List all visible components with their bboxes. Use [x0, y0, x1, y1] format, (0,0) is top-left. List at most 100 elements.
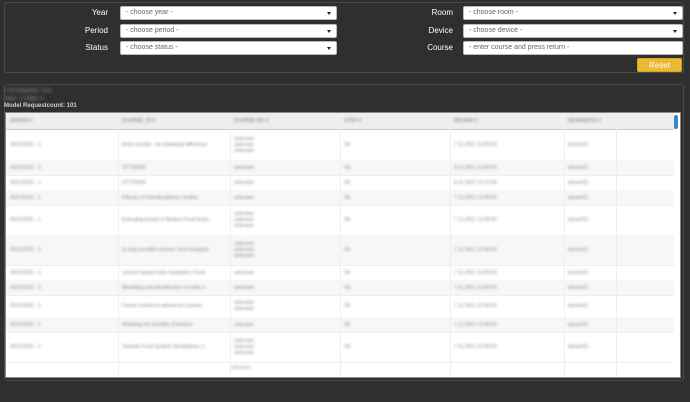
table-cell: 2021/2022 - 1: [10, 344, 41, 350]
table-trailing-text: unknown: [231, 365, 252, 371]
table-cell: unknown: [234, 269, 255, 276]
table-cell: unknown unknown unknown: [234, 211, 255, 229]
table-cell: 7.11.2021 13:00:00: [454, 344, 497, 350]
table-cell: 7.11.2021 13:00:00: [454, 247, 497, 253]
table-cell: unknown: [234, 164, 255, 171]
table-cell: Ok: [344, 164, 351, 171]
summary-count: # of requests: 101: [4, 88, 53, 94]
column-divider: [564, 129, 565, 377]
table-cell: tstuser01: [568, 217, 589, 223]
table-cell: Iq step possible science: food navigatio: [122, 247, 209, 253]
table-cell: unknown: [234, 194, 255, 201]
table-cell: Modelling and identification of water s: [122, 284, 206, 291]
period-label: Period: [84, 26, 108, 35]
table-cell: Efficacy of interdisciplinary studies: [122, 194, 199, 201]
year-select[interactable]: - choose year -: [120, 6, 337, 20]
table-cell: Ok: [344, 321, 351, 328]
table-cell: 8.11.2021 13:00:00: [454, 164, 497, 171]
status-select[interactable]: - choose status -: [120, 41, 337, 55]
column-header[interactable]: COURSE NO #: [234, 118, 268, 124]
reset-button[interactable]: Reset: [637, 58, 682, 72]
chevron-down-icon: [673, 12, 677, 15]
table-cell: tstuser01: [568, 321, 589, 328]
course-input-placeholder: - enter course and press return -: [469, 44, 570, 51]
table-cell: tstuser01: [568, 284, 589, 291]
table-cell: Ok: [344, 247, 351, 253]
table-cell: Ok: [344, 194, 351, 201]
device-select[interactable]: - choose device -: [463, 24, 683, 38]
table-cell: Ok: [344, 303, 351, 309]
table-cell: Ok: [344, 344, 351, 350]
table-cell: 2021/2022 - 1: [10, 142, 41, 148]
table-cell: Ok: [344, 269, 351, 276]
table-header: ERROR # COURSE_ID # COURSE NO # STEP # BEGIN…: [6, 113, 674, 130]
table-cell: 2021/2022 - 1: [10, 164, 41, 171]
course-input[interactable]: - enter course and press return -: [463, 41, 683, 55]
column-divider: [616, 129, 617, 377]
table-cell: Ok: [344, 179, 351, 186]
table-cell: tstuser01: [568, 303, 589, 309]
table-cell: Towards Food System Simulations: 1.: [122, 344, 206, 350]
column-divider: [118, 129, 119, 377]
device-select-value: - choose device -: [469, 27, 523, 34]
table-cell: Emerging trends in Modern Food Scien: [122, 217, 209, 223]
column-divider: [450, 129, 451, 377]
table-cell: tstuser01: [568, 194, 589, 201]
chevron-down-icon: [327, 30, 331, 33]
table-cell: Falcon content in advanced courses: [122, 303, 203, 309]
room-label: Room: [431, 8, 453, 17]
table-cell: Entry module - for individual difference: [122, 142, 208, 148]
table-cell: tstuser01: [568, 179, 589, 186]
column-header[interactable]: BEARBEITE #: [568, 118, 601, 124]
table-cell: 7.11.2021 13:00:00: [454, 194, 497, 201]
period-select[interactable]: - choose period -: [120, 24, 337, 38]
table-cell: unknown unknown unknown: [234, 338, 255, 356]
column-divider: [230, 129, 231, 377]
chevron-down-icon: [327, 47, 331, 50]
table-cell: 2021/2022 - 1: [10, 303, 41, 309]
table-cell: CFT05000: [122, 179, 146, 186]
column-header[interactable]: ERROR #: [10, 118, 32, 124]
course-label: Course: [427, 43, 453, 52]
table-cell: tstuser01: [568, 344, 589, 350]
table-cell: 7.11.2021 13:00:00: [454, 142, 497, 148]
table-cell: Modeling the benefits of biotech: [122, 321, 193, 328]
table-cell: unknown: [234, 321, 255, 328]
table-cell: 2021/2022 - 1: [10, 194, 41, 201]
table-cell: Ok: [344, 284, 351, 291]
table-cell: Lecture based route navigation: Food: [122, 269, 205, 276]
device-label: Device: [428, 26, 453, 35]
column-header[interactable]: COURSE_ID #: [122, 118, 155, 124]
table-cell: tstuser01: [568, 247, 589, 253]
column-header[interactable]: BEGINN #: [454, 118, 478, 124]
table-cell: 2021/2022 - 1: [10, 179, 41, 186]
table-cell: 7.11.2021 13:00:00: [454, 269, 497, 276]
table-cell: unknown unknown: [234, 300, 255, 312]
column-divider: [340, 129, 341, 377]
table-cell: tstuser01: [568, 269, 589, 276]
chevron-down-icon: [673, 30, 677, 33]
table-cell: 7.11.2021 13:00:00: [454, 303, 497, 309]
table-cell: 8.11.2021 13:12:00: [454, 179, 497, 186]
table-cell: tstuser01: [568, 142, 589, 148]
table-cell: unknown: [234, 179, 255, 186]
room-select-value: - choose room -: [469, 9, 519, 16]
table-cell: 2021/2022 - 1: [10, 269, 41, 276]
table-cell: 7.11.2021 13:00:00: [454, 217, 497, 223]
column-header[interactable]: STEP #: [344, 118, 361, 124]
table-cell: unknown: [234, 284, 255, 291]
table-cell: 7.11.2021 13:00:00: [454, 284, 497, 291]
scrollbar[interactable]: [674, 115, 678, 129]
period-select-value: - choose period -: [126, 27, 179, 34]
table-cell: 7.11.2021 13:00:00: [454, 321, 497, 328]
table-cell: 2021/2022 - 1: [10, 247, 41, 253]
table-cell: unknown unknown unknown: [234, 241, 255, 259]
table-cell: CFT05000: [122, 164, 146, 171]
table-cell: Ok: [344, 142, 351, 148]
table-cell: Ok: [344, 217, 351, 223]
table-cell: tstuser01: [568, 164, 589, 171]
room-select[interactable]: - choose room -: [463, 6, 683, 20]
summary-year-step: Year: 0 Step: 0: [4, 96, 44, 102]
results-table: ERROR # COURSE_ID # COURSE NO # STEP # BEGIN…: [5, 112, 681, 378]
table-cell: unknown unknown unknown: [234, 136, 255, 154]
